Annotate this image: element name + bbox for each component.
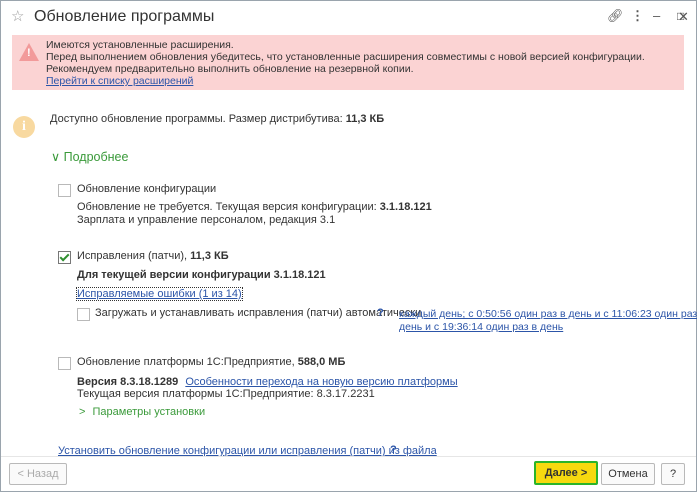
favorite-star-icon[interactable]: ☆ bbox=[11, 7, 24, 25]
config-product: Зарплата и управление персоналом, редакц… bbox=[77, 214, 336, 226]
platform-update-label: Обновление платформы 1С:Предприятие, 588… bbox=[77, 356, 346, 368]
cancel-button[interactable]: Отмена bbox=[601, 463, 655, 485]
install-params-toggle[interactable]: > Параметры установки bbox=[79, 406, 205, 418]
warning-line-1: Имеются установленные расширения. bbox=[46, 39, 234, 51]
warning-line-2: Перед выполнением обновления убедитесь, … bbox=[46, 51, 645, 63]
auto-patches-help-icon[interactable]: ? bbox=[377, 307, 384, 319]
available-update-text: Доступно обновление программы. Размер ди… bbox=[50, 113, 385, 125]
install-from-file-help-icon[interactable]: ? bbox=[390, 444, 397, 456]
config-update-label: Обновление конфигурации bbox=[77, 183, 217, 195]
auto-patches-label: Загружать и устанавливать исправления (п… bbox=[95, 307, 422, 319]
help-button[interactable]: ? bbox=[661, 463, 685, 485]
extensions-warning: ! Имеются установленные расширения. Пере… bbox=[12, 35, 684, 90]
auto-patches-checkbox[interactable] bbox=[77, 308, 90, 321]
platform-update-checkbox[interactable] bbox=[58, 357, 71, 370]
patches-label: Исправления (патчи), 11,3 КБ bbox=[77, 250, 229, 262]
fixed-errors-link[interactable]: Исправляемые ошибки (1 из 14) bbox=[76, 287, 243, 301]
link-icon[interactable]: 🔗︎ bbox=[607, 9, 624, 23]
config-update-checkbox[interactable] bbox=[58, 184, 71, 197]
footer-divider bbox=[1, 456, 696, 457]
patches-checkbox[interactable] bbox=[58, 251, 71, 264]
update-dialog: ☆ Обновление программы 🔗︎ ⋮ – □ ✕ ! Имею… bbox=[0, 0, 697, 492]
back-button[interactable]: < Назад bbox=[9, 463, 67, 485]
platform-transition-link[interactable]: Особенности перехода на новую версию пла… bbox=[185, 376, 457, 388]
platform-current-version: Текущая версия платформы 1С:Предприятие:… bbox=[77, 388, 375, 400]
next-button[interactable]: Далее > bbox=[534, 461, 598, 485]
window-title: Обновление программы bbox=[34, 8, 215, 25]
chevron-down-icon: ∨ bbox=[51, 150, 61, 164]
chevron-right-icon: > bbox=[79, 406, 86, 418]
minimize-icon[interactable]: – bbox=[653, 9, 660, 23]
platform-version-row: Версия 8.3.18.1289 Особенности перехода … bbox=[77, 376, 458, 388]
title-bar: ☆ Обновление программы 🔗︎ ⋮ – □ bbox=[1, 1, 696, 33]
config-update-status: Обновление не требуется. Текущая версия … bbox=[77, 201, 432, 213]
info-icon: i bbox=[13, 116, 35, 138]
warning-line-3: Рекомендуем предварительно выполнить обн… bbox=[46, 63, 414, 75]
warning-icon: ! bbox=[19, 43, 39, 61]
schedule-link[interactable]: каждый день; с 0:50:56 один раз в день и… bbox=[399, 308, 697, 334]
distribution-size: 11,3 КБ bbox=[345, 113, 385, 125]
details-toggle[interactable]: ∨ Подробнее bbox=[51, 149, 128, 164]
extensions-list-link[interactable]: Перейти к списку расширений bbox=[46, 75, 193, 87]
close-icon[interactable]: ✕ bbox=[678, 10, 689, 24]
more-icon[interactable]: ⋮ bbox=[631, 9, 644, 23]
patches-for-version: Для текущей версии конфигурации 3.1.18.1… bbox=[77, 269, 326, 281]
